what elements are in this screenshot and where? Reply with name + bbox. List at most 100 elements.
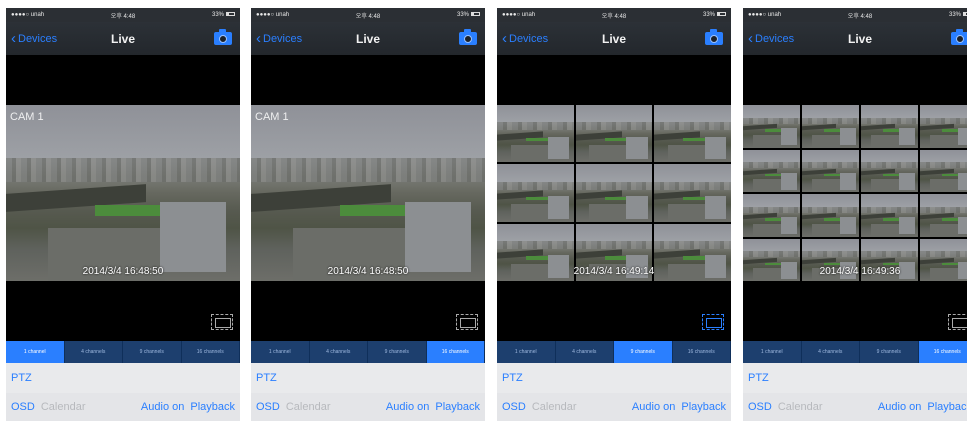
clock-text: 오후 4:48 — [601, 13, 627, 20]
back-button[interactable]: ‹ Devices — [11, 31, 57, 46]
page-title: Live — [847, 31, 872, 46]
live-video-view[interactable]: CAM 1 2014/3/4 16:48:50 — [6, 105, 240, 281]
channel-tab-4[interactable]: 4 channels — [64, 341, 123, 363]
clock-text: 오후 4:48 — [110, 13, 136, 20]
camera-tile[interactable] — [743, 149, 800, 192]
battery-icon — [226, 12, 235, 17]
camera-icon[interactable] — [705, 29, 723, 45]
live-video-view[interactable]: CAM 1 2014/3/4 16:48:50 — [251, 105, 485, 281]
status-bar: ●●●●○ unah 오후 4:48 33% — [6, 8, 240, 22]
back-button[interactable]: ‹ Devices — [748, 31, 794, 46]
phone-screen-2: ●●●●○ unah 오후 4:48 33% ‹ Devices Live CAM… — [251, 8, 485, 421]
camera-feed — [743, 105, 800, 148]
camera-tile[interactable] — [861, 149, 918, 192]
back-button[interactable]: ‹ Devices — [256, 31, 302, 46]
grid-layout-icon[interactable] — [702, 314, 724, 330]
back-button[interactable]: ‹ Devices — [502, 31, 548, 46]
battery-icon — [717, 12, 726, 17]
camera-tile[interactable] — [654, 105, 731, 163]
camera-feed — [920, 149, 967, 192]
bottom-toolbar: OSD Calendar Audio on Playback — [743, 393, 967, 421]
video-timestamp: 2014/3/4 16:48:50 — [327, 266, 409, 277]
camera-tile[interactable] — [743, 105, 800, 148]
channel-tab-9[interactable]: 9 channels — [368, 341, 427, 363]
camera-tile[interactable] — [920, 105, 967, 148]
audio-button[interactable]: Audio on — [141, 401, 184, 413]
clock-text: 오후 4:48 — [847, 13, 873, 20]
bottom-toolbar: OSD Calendar Audio on Playback — [497, 393, 731, 421]
battery-icon — [471, 12, 480, 17]
camera-tile[interactable] — [802, 194, 859, 237]
battery-text: 33% — [948, 12, 961, 18]
channel-tab-16[interactable]: 16 channels — [426, 341, 485, 363]
camera-tile[interactable] — [920, 194, 967, 237]
screenshot-collage: ●●●●○ unah 오후 4:48 33% ‹ Devices Live CAM… — [0, 0, 967, 421]
camera-icon[interactable] — [214, 29, 232, 45]
camera-tile[interactable] — [802, 105, 859, 148]
chevron-left-icon: ‹ — [11, 30, 16, 47]
camera-tile[interactable] — [497, 164, 574, 222]
playback-button[interactable]: Playback — [435, 401, 480, 413]
ptz-button[interactable]: PTZ — [251, 363, 485, 393]
grid-layout-icon[interactable] — [211, 314, 233, 330]
camera-feed — [575, 164, 653, 222]
calendar-button[interactable]: Calendar — [532, 401, 577, 413]
status-bar: ●●●●○ unah 오후 4:48 33% — [743, 8, 967, 22]
camera-icon[interactable] — [951, 29, 967, 45]
channel-tab-16[interactable]: 16 channels — [918, 341, 967, 363]
live-video-view[interactable]: 2014/3/4 16:49:14 — [497, 105, 731, 281]
calendar-button[interactable]: Calendar — [778, 401, 823, 413]
camera-feed — [497, 164, 574, 222]
channel-tab-1[interactable]: 1 channel — [251, 341, 310, 363]
channel-tab-9[interactable]: 9 channels — [123, 341, 182, 363]
audio-button[interactable]: Audio on — [632, 401, 675, 413]
osd-button[interactable]: OSD — [11, 401, 35, 413]
camera-feed — [802, 149, 859, 192]
camera-icon[interactable] — [459, 29, 477, 45]
camera-tile[interactable] — [861, 105, 918, 148]
grid-layout-icon[interactable] — [948, 314, 967, 330]
camera-feed — [497, 105, 574, 163]
camera-tile[interactable] — [497, 105, 574, 163]
osd-button[interactable]: OSD — [256, 401, 280, 413]
playback-button[interactable]: Playback — [927, 401, 967, 413]
live-video-view[interactable]: 2014/3/4 16:49:36 — [743, 105, 967, 281]
channel-tab-4[interactable]: 4 channels — [801, 341, 860, 363]
grid-layout-icon[interactable] — [456, 314, 478, 330]
carrier-text: ●●●●○ unah — [256, 12, 290, 18]
osd-button[interactable]: OSD — [502, 401, 526, 413]
camera-tile[interactable] — [743, 194, 800, 237]
video-timestamp: 2014/3/4 16:49:14 — [573, 266, 655, 277]
channel-tab-1[interactable]: 1 channel — [743, 341, 802, 363]
calendar-button[interactable]: Calendar — [41, 401, 86, 413]
channel-tab-1[interactable]: 1 channel — [6, 341, 65, 363]
ptz-button[interactable]: PTZ — [743, 363, 967, 393]
camera-tile[interactable] — [575, 164, 653, 222]
camera-feed — [861, 194, 918, 237]
channel-tab-9[interactable]: 9 channels — [860, 341, 919, 363]
playback-button[interactable]: Playback — [190, 401, 235, 413]
channel-tab-4[interactable]: 4 channels — [309, 341, 368, 363]
audio-button[interactable]: Audio on — [386, 401, 429, 413]
channel-tab-4[interactable]: 4 channels — [555, 341, 614, 363]
channel-tab-9[interactable]: 9 channels — [614, 341, 673, 363]
ptz-button[interactable]: PTZ — [497, 363, 731, 393]
camera-tile[interactable] — [575, 105, 653, 163]
channel-tab-16[interactable]: 16 channels — [181, 341, 240, 363]
channel-tab-1[interactable]: 1 channel — [497, 341, 556, 363]
camera-tile[interactable] — [920, 149, 967, 192]
channel-selector: 1 channel 4 channels 9 channels 16 chann… — [743, 341, 967, 363]
camera-tile[interactable] — [861, 194, 918, 237]
audio-button[interactable]: Audio on — [878, 401, 921, 413]
channel-tab-16[interactable]: 16 channels — [672, 341, 731, 363]
playback-button[interactable]: Playback — [681, 401, 726, 413]
camera-tile[interactable] — [654, 164, 731, 222]
osd-button[interactable]: OSD — [748, 401, 772, 413]
camera-grid-9 — [497, 105, 731, 281]
camera-feed — [802, 105, 859, 148]
camera-feed — [861, 105, 918, 148]
calendar-button[interactable]: Calendar — [286, 401, 331, 413]
ptz-button[interactable]: PTZ — [6, 363, 240, 393]
camera-tile[interactable] — [802, 149, 859, 192]
channel-selector: 1 channel 4 channels 9 channels 16 chann… — [6, 341, 240, 363]
